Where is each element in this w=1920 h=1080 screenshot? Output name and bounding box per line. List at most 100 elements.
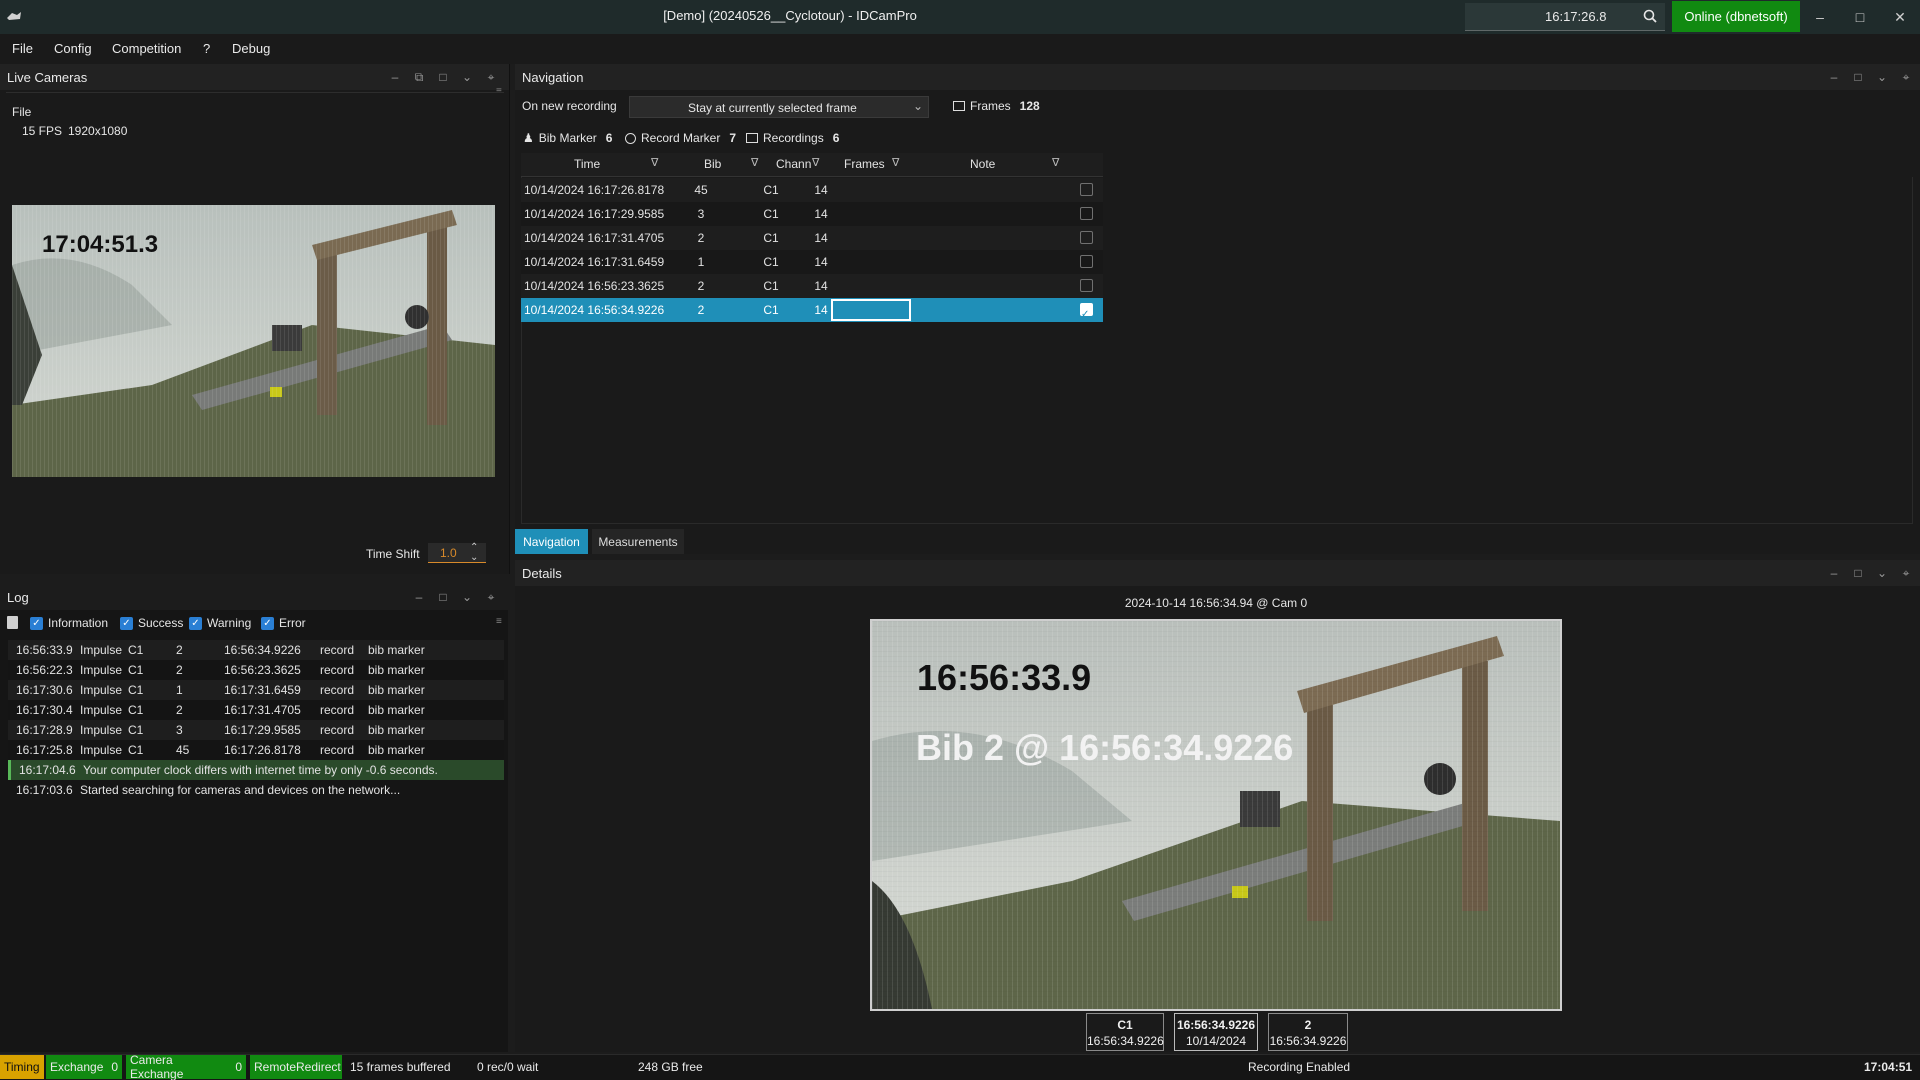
column-time[interactable]: Time — [574, 157, 600, 171]
table-row[interactable]: 10/14/2024 16:17:26.8178 45 C1 14 — [521, 178, 1103, 202]
minimize-panel-icon[interactable]: – — [387, 69, 403, 85]
tab-measurements[interactable]: Measurements — [592, 529, 684, 554]
log-message-row[interactable]: 16:17:03.6 Started searching for cameras … — [8, 780, 504, 800]
log-message-row[interactable]: 16:17:04.6 Your computer clock differs wi… — [8, 760, 504, 780]
info-bib: 2 — [1304, 1018, 1312, 1032]
filter-icon[interactable]: ∇ — [812, 156, 819, 169]
row-checkbox[interactable] — [1080, 183, 1093, 196]
table-row[interactable]: 10/14/2024 16:17:31.4705 2 C1 14 — [521, 226, 1103, 250]
maximize-panel-icon[interactable]: □ — [1850, 69, 1866, 85]
status-camera-exchange[interactable]: Camera Exchange 0 — [126, 1053, 246, 1080]
log-cell-ts: 16:17:29.9585 — [224, 723, 301, 737]
users-icon: ♟ — [523, 131, 534, 145]
column-bib[interactable]: Bib — [704, 157, 721, 171]
table-row[interactable]: 10/14/2024 16:17:29.9585 3 C1 14 — [521, 202, 1103, 226]
camera-fps: 15 FPS — [22, 124, 63, 138]
log-row[interactable]: 16:17:30.6 Impulse C1 1 16:17:31.6459 record b… — [8, 680, 504, 700]
cell-time: 10/14/2024 16:56:23.3625 — [524, 279, 665, 293]
maximize-panel-icon[interactable]: □ — [435, 69, 451, 85]
maximize-window-icon[interactable]: □ — [1840, 0, 1880, 34]
column-note[interactable]: Note — [970, 157, 995, 171]
status-timing[interactable]: Timing — [0, 1055, 44, 1079]
float-panel-icon[interactable]: ⧉ — [411, 69, 427, 85]
column-frames[interactable]: Frames — [844, 157, 885, 171]
maximize-panel-icon[interactable]: □ — [435, 589, 451, 605]
checkbox-checked-icon[interactable]: ✓ — [261, 616, 274, 630]
checkbox-checked-icon[interactable]: ✓ — [189, 616, 202, 630]
detail-overlay-bib: Bib 2 @ 16:56:34.9226 — [916, 727, 1294, 768]
minimize-window-icon[interactable]: – — [1800, 0, 1840, 34]
log-cell-action: record — [320, 643, 355, 657]
camera-source-label[interactable]: File — [12, 105, 31, 119]
row-checkbox[interactable] — [1080, 207, 1093, 220]
minimize-panel-icon[interactable]: – — [411, 589, 427, 605]
panel-menu-chevron-icon[interactable]: ⌄ — [1874, 69, 1890, 85]
panel-menu-chevron-icon[interactable]: ⌄ — [1874, 565, 1890, 581]
row-checkbox-checked[interactable]: ✓ — [1080, 303, 1093, 320]
menu-config[interactable]: Config — [54, 41, 92, 56]
tab-navigation[interactable]: Navigation — [515, 529, 588, 554]
filter-warning[interactable]: ✓ Warning — [189, 616, 251, 630]
pin-panel-icon[interactable]: ⌖ — [483, 589, 499, 605]
time-shift-stepper[interactable]: 1.0 ⌃ ⌄ — [428, 543, 486, 563]
log-row[interactable]: 16:17:28.9 Impulse C1 3 16:17:29.9585 record b… — [8, 720, 504, 740]
minimize-panel-icon[interactable]: – — [1826, 565, 1842, 581]
menu-competition[interactable]: Competition — [112, 41, 181, 56]
record-marker-counter[interactable]: Record Marker 7 — [625, 131, 736, 145]
checkbox-checked-icon[interactable]: ✓ — [120, 616, 133, 630]
checkbox-checked-icon[interactable]: ✓ — [30, 616, 43, 630]
navigation-header: Navigation — [515, 64, 1920, 90]
menu-help[interactable]: ? — [203, 41, 210, 56]
clear-log-trash-icon[interactable] — [7, 616, 18, 629]
log-row[interactable]: 16:17:25.8 Impulse C1 45 16:17:26.8178 record… — [8, 740, 504, 760]
minimize-panel-icon[interactable]: – — [1826, 69, 1842, 85]
menu-debug[interactable]: Debug — [232, 41, 270, 56]
frames-edit-cell[interactable] — [831, 299, 911, 321]
row-checkbox[interactable] — [1080, 231, 1093, 244]
bib-marker-counter[interactable]: ♟ Bib Marker 6 — [523, 131, 612, 145]
on-new-recording-value: Stay at currently selected frame — [688, 101, 857, 115]
filter-success[interactable]: ✓ Success — [120, 616, 183, 630]
stepper-arrows-icon[interactable]: ⌃ ⌄ — [470, 543, 478, 563]
recordings-counter[interactable]: Recordings 6 — [746, 131, 839, 145]
live-camera-image[interactable]: 17:04:51.3 — [12, 205, 495, 477]
pin-panel-icon[interactable]: ⌖ — [1898, 565, 1914, 581]
detail-frame-image[interactable]: 16:56:33.9 Bib 2 @ 16:56:34.9226 — [870, 619, 1562, 1011]
filter-icon[interactable]: ∇ — [892, 156, 899, 169]
maximize-panel-icon[interactable]: □ — [1850, 565, 1866, 581]
overflow-icon[interactable]: ≡ — [496, 616, 502, 627]
panel-menu-chevron-icon[interactable]: ⌄ — [459, 589, 475, 605]
time-search-value: 16:17:26.8 — [1545, 9, 1607, 24]
info-channel-box: C1 16:56:34.9226 — [1086, 1013, 1164, 1051]
pin-panel-icon[interactable]: ⌖ — [1898, 69, 1914, 85]
search-icon[interactable] — [1643, 9, 1657, 23]
panel-menu-chevron-icon[interactable]: ⌄ — [459, 69, 475, 85]
table-row[interactable]: 10/14/2024 16:17:31.6459 1 C1 14 — [521, 250, 1103, 274]
on-new-recording-select[interactable]: Stay at currently selected frame ⌄ — [629, 96, 929, 118]
status-remote-redirect[interactable]: RemoteRedirect — [250, 1055, 342, 1079]
log-row[interactable]: 16:17:30.4 Impulse C1 2 16:17:31.4705 record b… — [8, 700, 504, 720]
chevron-down-icon[interactable]: ⌄ — [913, 99, 923, 113]
filter-icon[interactable]: ∇ — [751, 156, 758, 169]
table-row[interactable]: 10/14/2024 16:56:23.3625 2 C1 14 — [521, 274, 1103, 298]
table-row[interactable]: 10/14/2024 16:56:34.9226 2 C1 14 ✓ — [521, 298, 1103, 322]
filter-error[interactable]: ✓ Error — [261, 616, 306, 630]
filter-icon[interactable]: ∇ — [651, 156, 658, 169]
row-checkbox[interactable] — [1080, 255, 1093, 268]
cell-chan: C1 — [763, 303, 779, 317]
close-window-icon[interactable]: ✕ — [1880, 0, 1920, 34]
recordings-count: 6 — [832, 131, 840, 145]
filter-information[interactable]: ✓ Information — [30, 616, 108, 630]
online-status-button[interactable]: Online (dbnetsoft) — [1672, 1, 1800, 32]
status-frames-buffered: 15 frames buffered — [350, 1060, 451, 1074]
log-row[interactable]: 16:56:33.9 Impulse C1 2 16:56:34.9226 record b… — [8, 640, 504, 660]
filter-icon[interactable]: ∇ — [1052, 156, 1059, 169]
column-channel[interactable]: Chann — [776, 157, 811, 171]
cell-time: 10/14/2024 16:17:31.6459 — [524, 255, 665, 269]
row-checkbox[interactable] — [1080, 279, 1093, 292]
status-exchange[interactable]: Exchange 0 — [46, 1055, 122, 1079]
menu-file[interactable]: File — [12, 41, 33, 56]
log-cell-chan: C1 — [128, 723, 144, 737]
log-row[interactable]: 16:56:22.3 Impulse C1 2 16:56:23.3625 record b… — [8, 660, 504, 680]
pin-panel-icon[interactable]: ⌖ — [483, 69, 499, 85]
